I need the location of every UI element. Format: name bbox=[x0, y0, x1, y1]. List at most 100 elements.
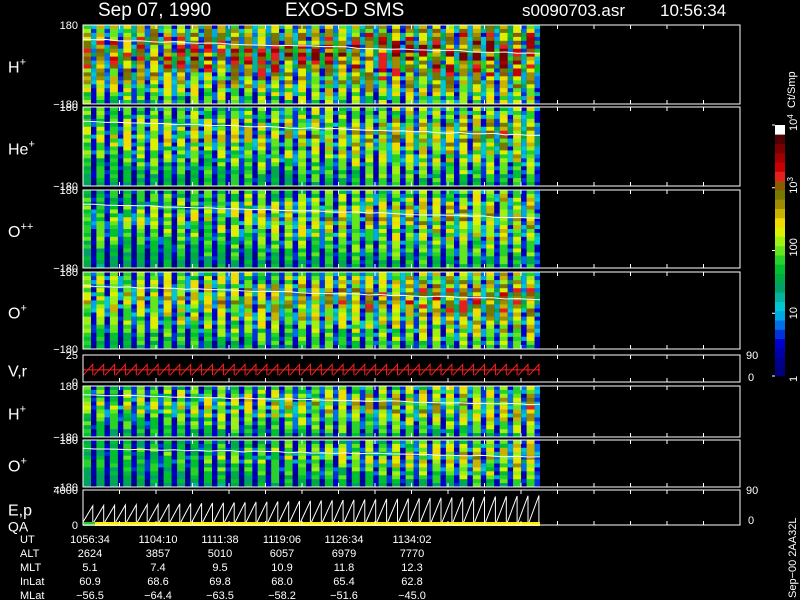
panel-data bbox=[82, 25, 541, 105]
y-max-label: 25 bbox=[66, 350, 78, 362]
colorbar-tick: 104 bbox=[786, 114, 800, 131]
table-cell: −63.5 bbox=[206, 590, 234, 600]
colorbar-tick: 103 bbox=[786, 177, 800, 194]
panel-label: O+ bbox=[8, 303, 27, 323]
table-cell: 1126:34 bbox=[325, 534, 364, 546]
right-max-label: 90 bbox=[746, 485, 758, 497]
table-cell: 68.0 bbox=[271, 576, 292, 588]
table-row-name: UT bbox=[20, 534, 35, 546]
panel-data bbox=[82, 272, 541, 350]
table-cell: 1119:06 bbox=[263, 534, 301, 546]
colorbar-swatch bbox=[775, 218, 785, 228]
right-min-label: 0 bbox=[748, 515, 754, 527]
table-row-name: MLT bbox=[20, 562, 41, 574]
colorbar-swatch bbox=[775, 264, 785, 274]
right-max-label: 90 bbox=[746, 350, 758, 362]
colorbar-swatch bbox=[775, 310, 785, 321]
panel-1: He+180−180 bbox=[8, 102, 741, 193]
colorbar-swatch bbox=[775, 208, 785, 219]
colorbar-tick: 1 bbox=[788, 376, 800, 382]
y-max-label: 180 bbox=[60, 185, 78, 197]
table-cell: 6979 bbox=[332, 548, 356, 560]
colorbar-tick: 100 bbox=[788, 238, 800, 256]
colorbar-swatch bbox=[775, 283, 785, 293]
panel-data bbox=[82, 386, 541, 438]
colorbar-swatch bbox=[775, 236, 785, 247]
colorbar-swatch bbox=[775, 273, 785, 284]
colorbar-swatch bbox=[775, 348, 785, 358]
table-cell: −45.0 bbox=[398, 590, 426, 600]
colorbar-swatch bbox=[775, 162, 785, 172]
panel-label: E,p bbox=[8, 503, 32, 520]
colorbar-swatch bbox=[775, 199, 785, 209]
header-date: Sep 07, 1990 bbox=[98, 0, 211, 21]
colorbar-swatch bbox=[775, 134, 785, 144]
table-cell: 62.8 bbox=[401, 576, 422, 588]
panel-label: H+ bbox=[8, 404, 26, 424]
table-cell: −56.5 bbox=[76, 590, 104, 600]
header-instrument: EXOS-D SMS bbox=[285, 0, 404, 21]
colorbar-swatch bbox=[775, 338, 785, 349]
colorbar-swatch bbox=[775, 357, 785, 367]
table-row-name: MLat bbox=[20, 590, 44, 600]
table-cell: 65.4 bbox=[333, 576, 354, 588]
colorbar-swatch bbox=[775, 245, 785, 256]
y-max-label: 180 bbox=[60, 267, 78, 279]
y-max-label: 180 bbox=[60, 381, 78, 393]
table-cell: 9.5 bbox=[212, 562, 227, 574]
panel-label: He+ bbox=[8, 139, 35, 159]
sms-spectrogram-plot: Sep 07, 1990 EXOS-D SMS s0090703.asr 10:… bbox=[8, 0, 800, 600]
header-file: s0090703.asr bbox=[522, 1, 625, 20]
y-min-label: 0 bbox=[72, 520, 78, 532]
panel-label: H+ bbox=[8, 57, 26, 77]
panel-3: O+180−180 bbox=[8, 267, 741, 356]
colorbar-tick: 10 bbox=[788, 307, 800, 319]
table-cell: 69.8 bbox=[209, 576, 230, 588]
table-cell: 60.9 bbox=[79, 576, 100, 588]
colorbar-swatch bbox=[775, 227, 785, 237]
panel-frame bbox=[82, 354, 741, 383]
panel-data bbox=[82, 440, 541, 488]
y-max-label: 4000 bbox=[54, 485, 78, 497]
footer-id: Sep−00 2AA32L bbox=[787, 518, 799, 598]
panel-0: H+180−180 bbox=[8, 20, 741, 111]
colorbar-swatch bbox=[775, 301, 785, 312]
table-row-name: InLat bbox=[20, 576, 44, 588]
right-min-label: 0 bbox=[748, 372, 754, 384]
table-row-name: ALT bbox=[20, 548, 40, 560]
panel-data bbox=[82, 495, 540, 526]
header-time: 10:56:34 bbox=[660, 1, 726, 20]
colorbar-swatch bbox=[775, 292, 785, 302]
colorbar: Ct/Smp 1 10 100 103 104 bbox=[772, 71, 800, 382]
table-cell: 10.9 bbox=[271, 562, 292, 574]
panel-label: O+ bbox=[8, 456, 27, 476]
panel-data bbox=[83, 190, 541, 269]
table-cell: −51.6 bbox=[330, 590, 358, 600]
table-cell: 68.6 bbox=[147, 576, 168, 588]
table-cell: 5.1 bbox=[82, 562, 97, 574]
table-cell: 1056:34 bbox=[70, 534, 110, 546]
colorbar-swatch bbox=[775, 320, 785, 330]
colorbar-swatch bbox=[775, 329, 785, 340]
panel-6: O+180−180 bbox=[8, 435, 741, 494]
table-cell: 1104:10 bbox=[139, 534, 178, 546]
y-max-label: 180 bbox=[60, 20, 78, 32]
y-max-label: 180 bbox=[60, 435, 78, 447]
table-cell: 6057 bbox=[270, 548, 294, 560]
colorbar-swatch bbox=[775, 152, 785, 163]
table-cell: 1134:02 bbox=[393, 534, 432, 546]
panel-5: H+180−180 bbox=[8, 381, 741, 444]
panel-data bbox=[82, 107, 541, 187]
panel-label: V,r bbox=[8, 364, 28, 381]
table-cell: 11.8 bbox=[334, 562, 355, 574]
colorbar-swatch bbox=[775, 255, 785, 265]
panel-label: O++ bbox=[8, 221, 33, 241]
colorbar-swatch bbox=[775, 125, 785, 135]
panel-2: O++180−180 bbox=[8, 185, 741, 275]
y-max-label: 180 bbox=[60, 102, 78, 114]
panel-data bbox=[82, 363, 540, 376]
panel-label-2: QA bbox=[8, 519, 29, 535]
panel-4: V,r250900 bbox=[8, 350, 758, 389]
panels-group: H+180−180He+180−180O++180−180O+180−180V,… bbox=[8, 20, 758, 535]
table-cell: 1111:38 bbox=[201, 534, 238, 546]
